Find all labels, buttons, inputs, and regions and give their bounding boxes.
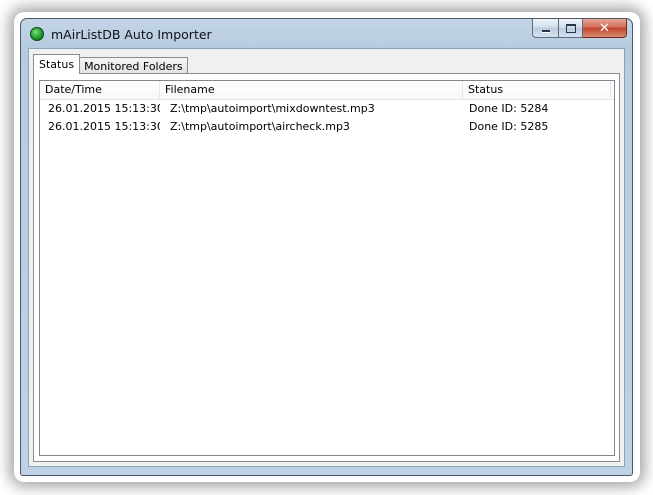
app-window: mAirListDB Auto Importer ✕ Status Monito… (20, 18, 633, 476)
close-icon: ✕ (599, 20, 610, 36)
maximize-icon (565, 23, 576, 33)
window-title: mAirListDB Auto Importer (51, 27, 212, 42)
list-row[interactable]: 26.01.2015 15:13:30 Z:\tmp\autoimport\ai… (40, 118, 614, 136)
tab-monitored-folders[interactable]: Monitored Folders (79, 57, 188, 74)
client-area: Status Monitored Folders Date/Time Filen… (28, 48, 625, 467)
cell-filename: Z:\tmp\autoimport\aircheck.mp3 (170, 120, 350, 133)
cell-datetime: 26.01.2015 15:13:30 (48, 102, 160, 115)
caption-buttons: ✕ (532, 19, 627, 39)
minimize-icon (541, 29, 550, 32)
cell-status: Done ID: 5285 (469, 120, 549, 133)
close-button[interactable]: ✕ (583, 19, 627, 38)
title-bar[interactable]: mAirListDB Auto Importer ✕ (21, 19, 632, 49)
cell-filename: Z:\tmp\autoimport\mixdowntest.mp3 (170, 102, 375, 115)
maximize-button[interactable] (558, 19, 583, 38)
cell-status: Done ID: 5284 (469, 102, 549, 115)
status-list[interactable]: Date/Time Filename Status 26.01.2015 15:… (39, 80, 615, 456)
list-header: Date/Time Filename Status (40, 81, 614, 100)
cell-datetime: 26.01.2015 15:13:30 (48, 120, 160, 133)
column-header-status[interactable]: Status (463, 81, 611, 99)
tab-status[interactable]: Status (33, 54, 81, 74)
tab-strip: Status Monitored Folders (33, 53, 188, 74)
column-header-datetime[interactable]: Date/Time (40, 81, 160, 99)
green-orb-icon[interactable] (30, 27, 44, 41)
status-tab-panel: Date/Time Filename Status 26.01.2015 15:… (33, 73, 620, 462)
list-row[interactable]: 26.01.2015 15:13:30 Z:\tmp\autoimport\mi… (40, 100, 614, 118)
column-header-filename[interactable]: Filename (160, 81, 463, 99)
minimize-button[interactable] (532, 19, 558, 38)
